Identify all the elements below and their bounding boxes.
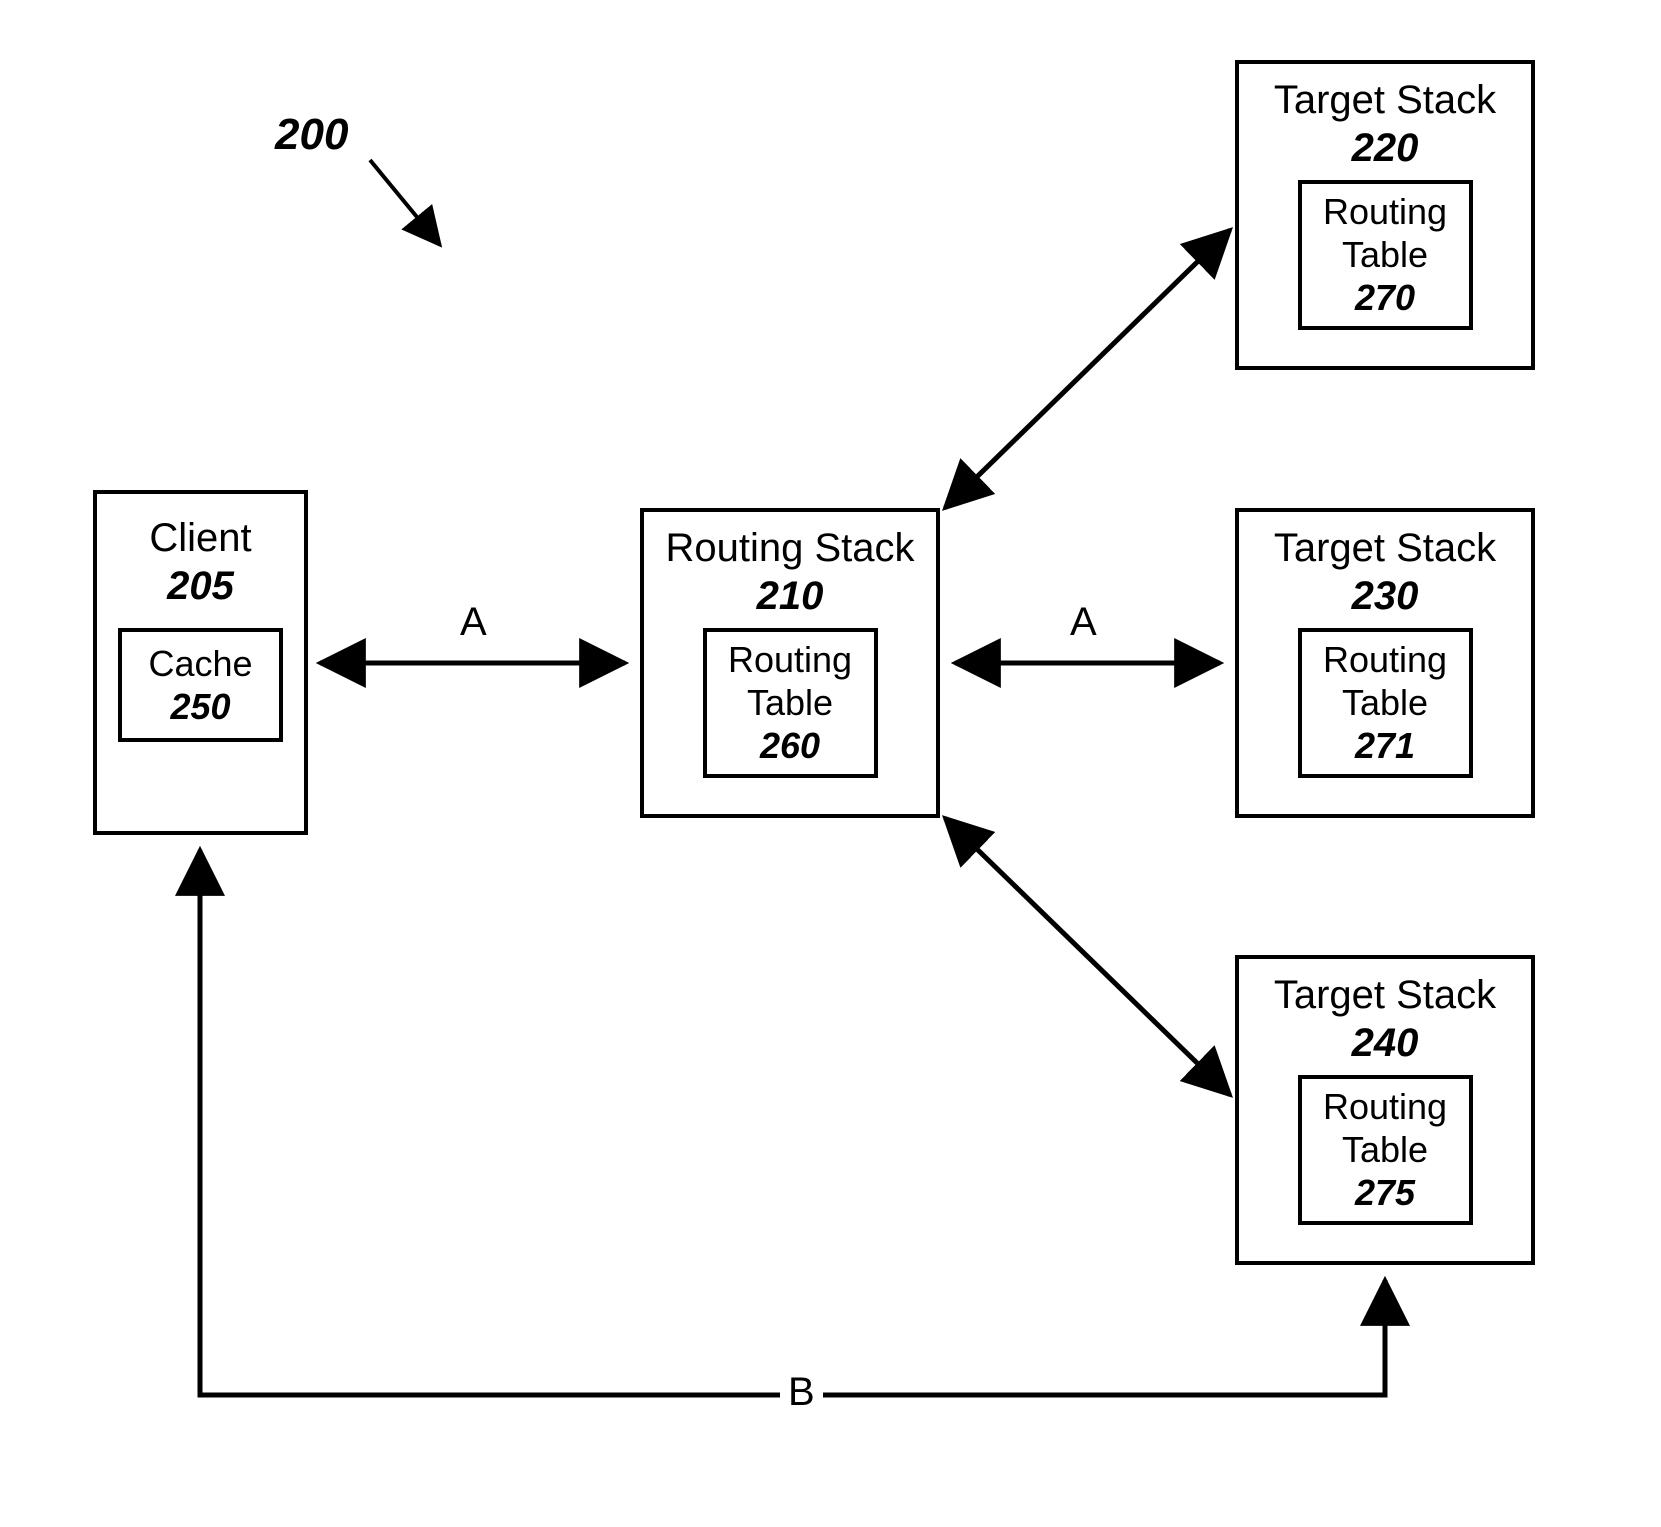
diagram-arrows: [0, 0, 1661, 1527]
edge-label-router-target1: A: [1070, 600, 1097, 645]
edge-label-client-router: A: [460, 600, 487, 645]
edge-label-b-path: B: [780, 1370, 823, 1415]
diagram-canvas: 200 Client 205 Cache 250 Routing Stack 2…: [0, 0, 1661, 1527]
